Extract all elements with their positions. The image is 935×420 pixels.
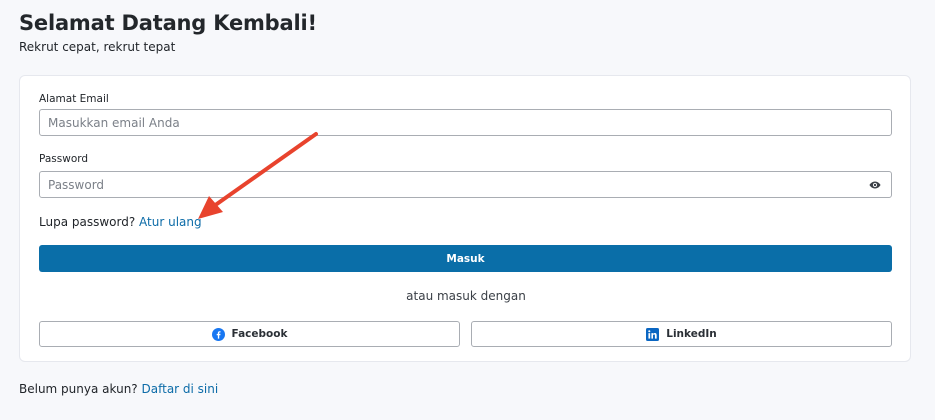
email-label: Alamat Email <box>39 93 109 105</box>
password-field[interactable] <box>39 171 892 198</box>
page-title: Selamat Datang Kembali! <box>19 11 317 35</box>
forgot-password-row: Lupa password? Atur ulang <box>39 215 202 229</box>
facebook-icon <box>211 327 225 341</box>
signup-row: Belum punya akun? Daftar di sini <box>19 382 218 396</box>
forgot-password-link[interactable]: Atur ulang <box>139 215 202 229</box>
eye-icon[interactable] <box>869 179 881 191</box>
signup-link[interactable]: Daftar di sini <box>142 382 219 396</box>
page-subtitle: Rekrut cepat, rekrut tepat <box>19 40 176 54</box>
password-label: Password <box>39 153 89 165</box>
login-button[interactable]: Masuk <box>39 245 892 272</box>
forgot-password-text: Lupa password? <box>39 215 136 229</box>
facebook-button[interactable]: Facebook <box>39 321 460 347</box>
alt-login-text: atau masuk dengan <box>406 289 526 303</box>
linkedin-icon <box>646 327 660 341</box>
signup-text: Belum punya akun? <box>19 382 138 396</box>
facebook-button-label: Facebook <box>231 328 288 340</box>
login-page: Selamat Datang Kembali! Rekrut cepat, re… <box>0 0 935 420</box>
linkedin-button[interactable]: LinkedIn <box>471 321 892 347</box>
login-card: Alamat Email Password Lupa password? Atu… <box>19 75 911 362</box>
email-field[interactable] <box>39 109 892 136</box>
linkedin-button-label: LinkedIn <box>666 328 717 340</box>
